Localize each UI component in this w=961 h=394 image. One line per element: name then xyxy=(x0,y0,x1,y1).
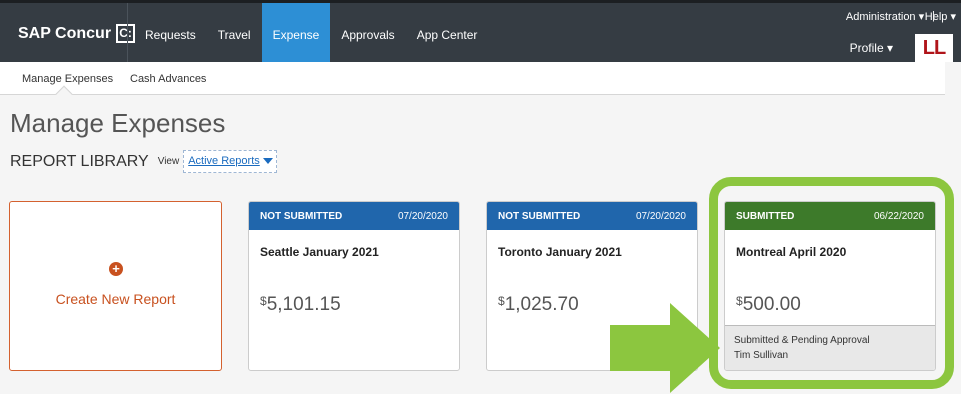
create-new-report-card[interactable]: + Create New Report xyxy=(9,201,222,371)
subnav-manage-expenses[interactable]: Manage Expenses xyxy=(22,73,113,85)
nav-app-center[interactable]: App Center xyxy=(406,3,489,62)
report-library-title: REPORT LIBRARY xyxy=(10,152,149,170)
currency-symbol: $ xyxy=(498,294,505,308)
report-date: 07/20/2020 xyxy=(635,210,686,222)
nav-travel[interactable]: Travel xyxy=(207,3,262,62)
report-card-seattle[interactable]: NOT SUBMITTED 07/20/2020 Seattle January… xyxy=(248,201,460,371)
help-menu[interactable]: Help ▾ xyxy=(925,10,956,23)
report-name: Seattle January 2021 xyxy=(260,245,379,259)
concur-logo-icon: C: xyxy=(116,24,136,43)
logo-text: SAP Concur xyxy=(18,24,112,42)
nav-divider xyxy=(127,3,128,62)
top-navigation-bar: SAP Concur C: Requests Travel Expense Ap… xyxy=(0,0,961,62)
nav-expense[interactable]: Expense xyxy=(261,3,331,62)
plus-circle-icon: + xyxy=(109,262,123,276)
sub-navigation: Manage Expenses Cash Advances xyxy=(0,62,945,95)
page-title: Manage Expenses xyxy=(10,108,226,138)
report-amount-value: 1,025.70 xyxy=(504,294,579,315)
utility-links: Administration ▾ | xyxy=(846,10,935,23)
report-amount: $5,101.15 xyxy=(260,294,341,316)
view-filter-dropdown[interactable]: Active Reports xyxy=(183,150,277,173)
caret-down-icon xyxy=(262,158,273,165)
subnav-cash-advances[interactable]: Cash Advances xyxy=(130,73,206,85)
main-nav: Requests Travel Expense Approvals App Ce… xyxy=(134,3,488,62)
currency-symbol: $ xyxy=(260,294,267,308)
report-status: NOT SUBMITTED xyxy=(260,210,343,222)
report-card-header: NOT SUBMITTED 07/20/2020 xyxy=(487,202,697,230)
profile-menu[interactable]: Profile ▾ xyxy=(850,41,893,55)
nav-approvals[interactable]: Approvals xyxy=(330,3,405,62)
sap-concur-logo[interactable]: SAP Concur C: xyxy=(18,24,136,43)
nav-requests[interactable]: Requests xyxy=(134,3,207,62)
view-label: View xyxy=(157,156,180,167)
report-name: Toronto January 2021 xyxy=(498,245,622,259)
report-amount: $1,025.70 xyxy=(498,294,579,316)
report-amount-value: 5,101.15 xyxy=(266,294,341,315)
create-new-report-label: Create New Report xyxy=(55,291,176,307)
highlight-outline xyxy=(709,177,954,389)
report-card-header: NOT SUBMITTED 07/20/2020 xyxy=(249,202,459,230)
report-library-header: REPORT LIBRARY View Active Reports xyxy=(10,150,277,173)
arrow-right-icon xyxy=(610,303,720,393)
administration-menu[interactable]: Administration ▾ xyxy=(846,10,924,23)
view-filter-value: Active Reports xyxy=(188,155,260,167)
report-status: NOT SUBMITTED xyxy=(498,210,581,222)
user-avatar[interactable]: LL xyxy=(915,34,953,62)
report-date: 07/20/2020 xyxy=(397,210,448,222)
